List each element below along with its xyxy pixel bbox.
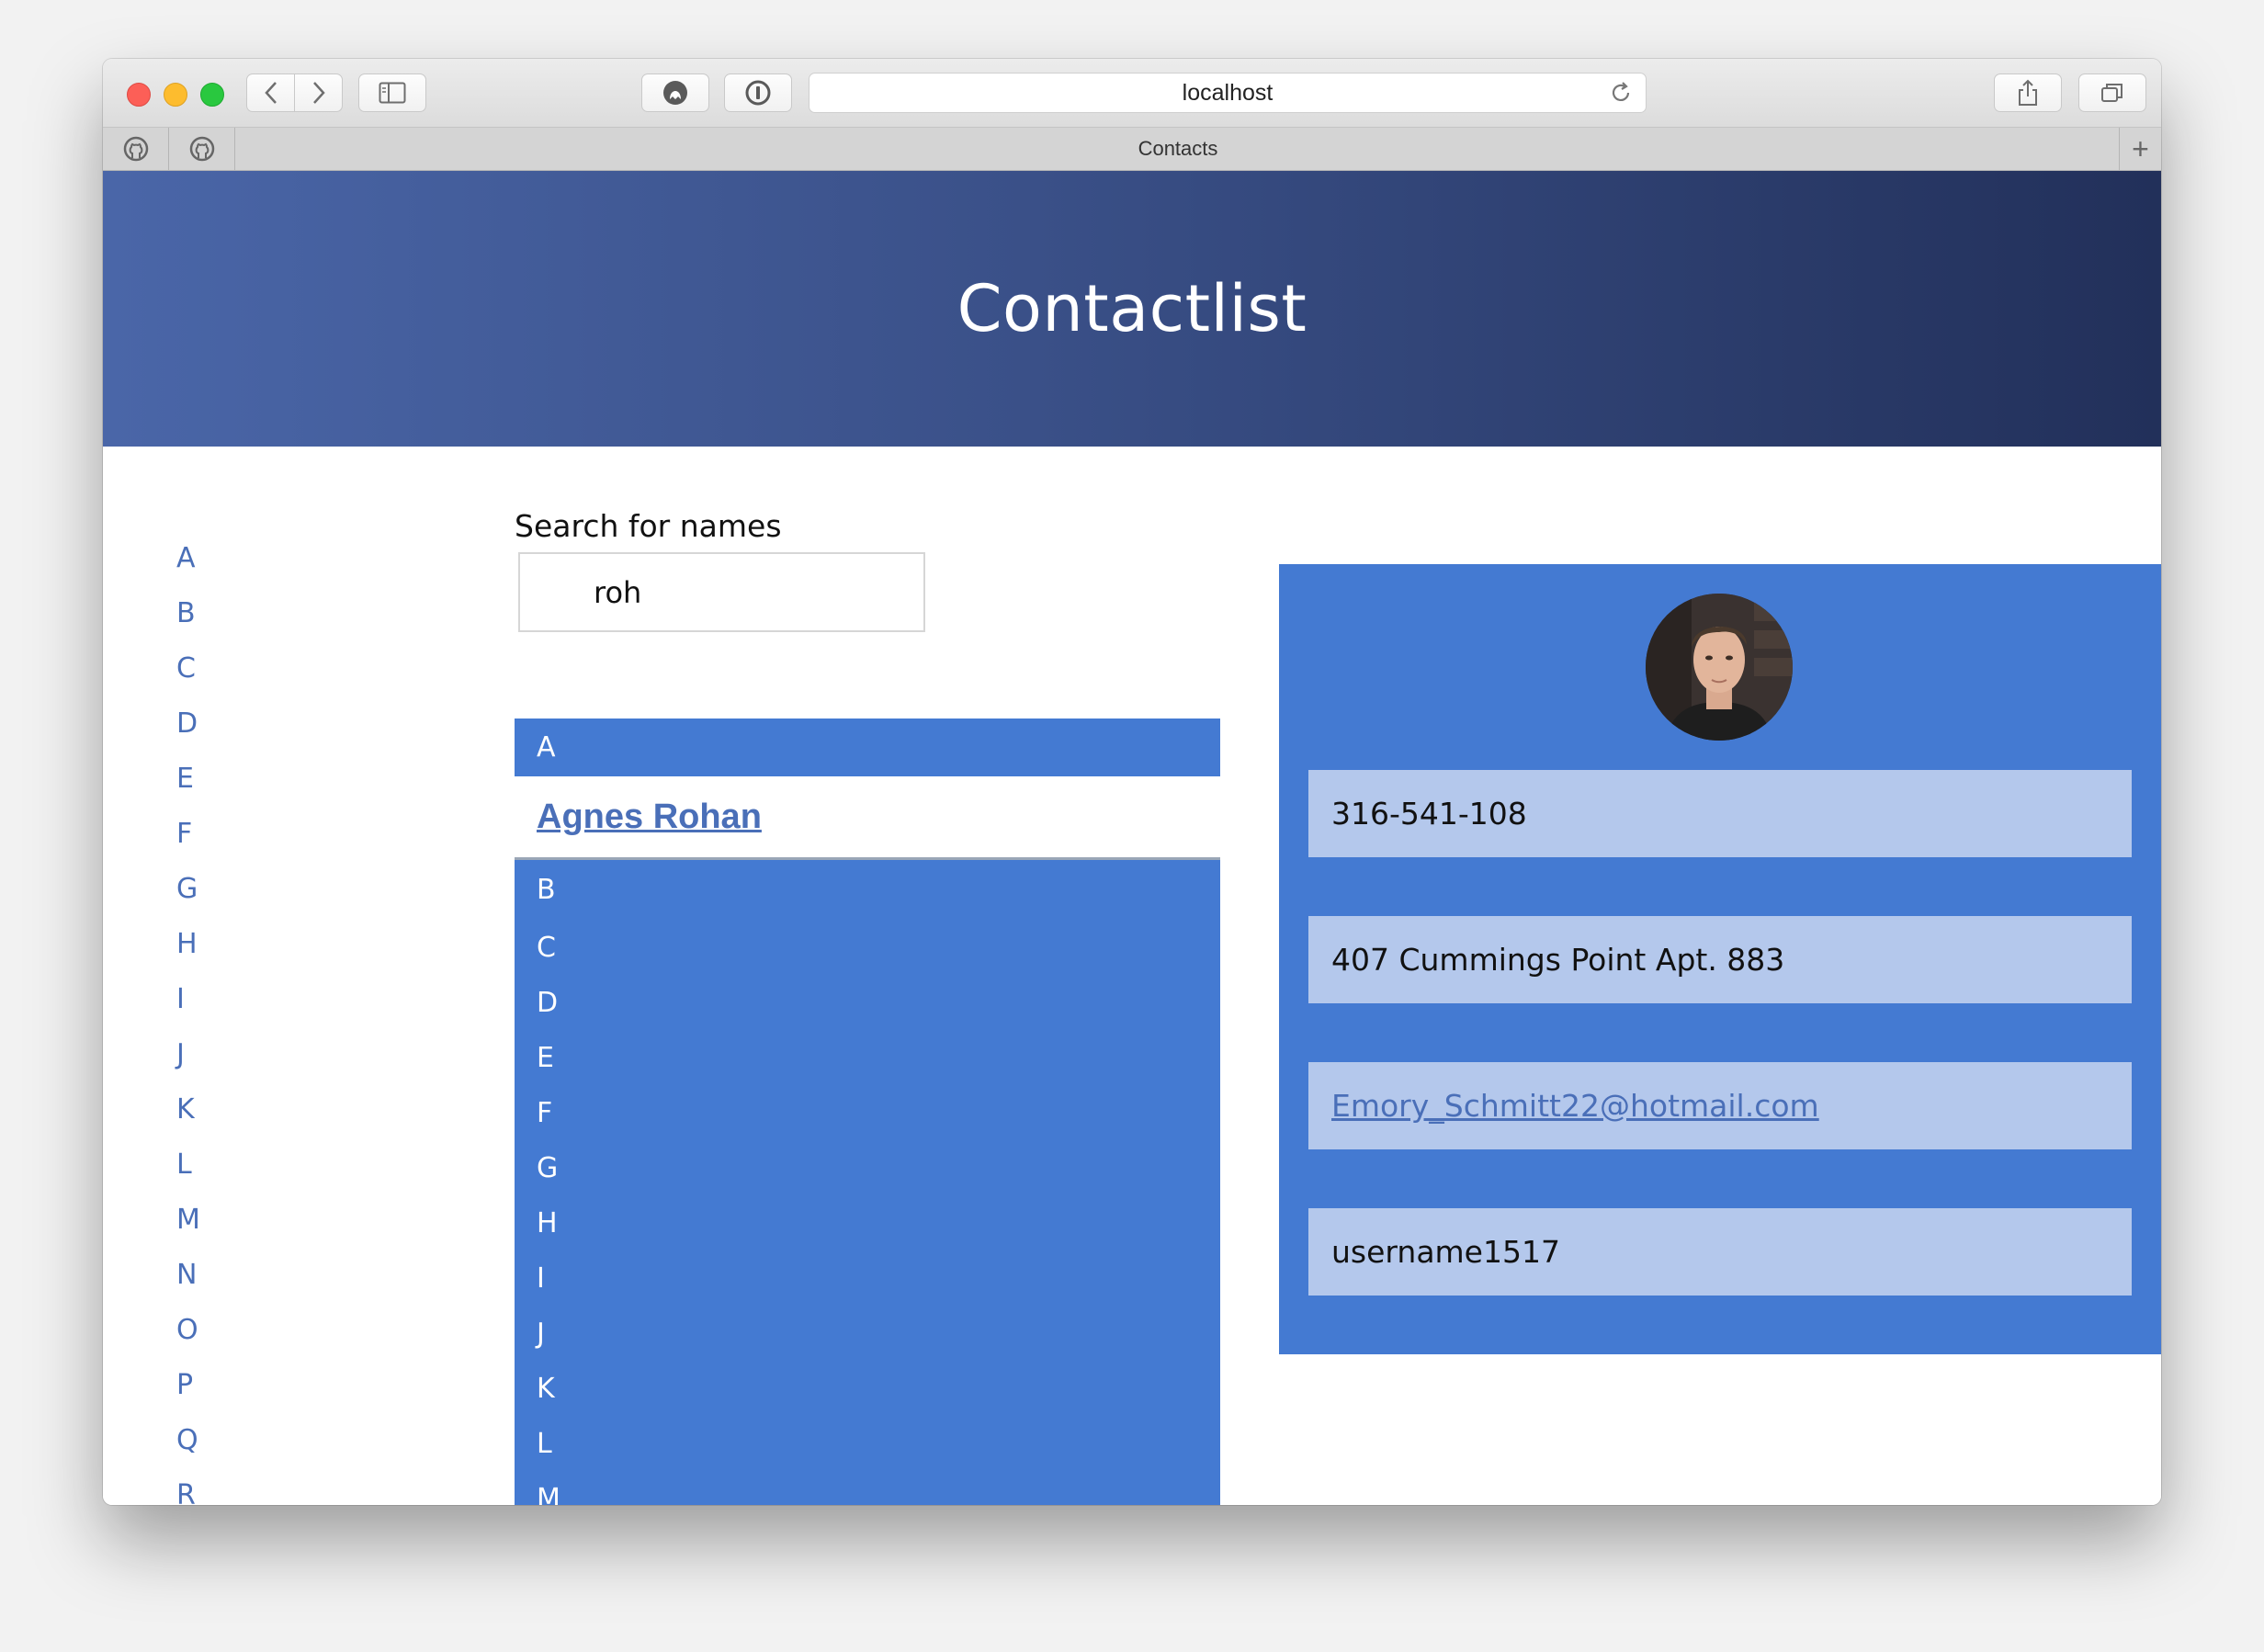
alphabet-nav: ABCDEFGHIJKLMNOPQR <box>176 531 250 1505</box>
navigation-buttons <box>246 74 344 112</box>
alphabet-link-k[interactable]: K <box>176 1082 250 1137</box>
page-header: Contactlist <box>103 171 2161 447</box>
search-input[interactable] <box>518 552 925 632</box>
browser-toolbar: localhost <box>103 59 2161 128</box>
group-header-h[interactable]: H <box>515 1196 1220 1251</box>
tab-contacts[interactable]: Contacts <box>237 128 2119 170</box>
sidebar-icon <box>379 82 406 104</box>
plus-icon: + <box>2132 132 2149 165</box>
alphabet-link-f[interactable]: F <box>176 807 250 862</box>
browser-window: localhost Contacts + Contactlist ABC D E… <box>103 59 2161 1505</box>
github-icon <box>123 136 148 162</box>
pinned-tab-github-2[interactable] <box>169 128 235 170</box>
group-header-f[interactable]: F <box>515 1086 1220 1141</box>
address-text-value: 407 Cummings Point Apt. 883 <box>1331 942 1785 978</box>
group-header-e[interactable]: E <box>515 1031 1220 1086</box>
alphabet-link-d[interactable]: D <box>176 696 250 752</box>
other-groups: BCDEFGHIJKLM <box>515 860 1220 1505</box>
page-viewport: Contactlist ABCDEFGHIJKLMNOPQR Search fo… <box>103 171 2161 1505</box>
username-field: username1517 <box>1308 1208 2132 1296</box>
group-header-c[interactable]: C <box>515 921 1220 976</box>
group-header-l[interactable]: L <box>515 1417 1220 1472</box>
address-bar[interactable]: localhost <box>809 73 1647 113</box>
group-header-g[interactable]: G <box>515 1141 1220 1196</box>
alphabet-link-a[interactable]: A <box>176 531 250 586</box>
chevron-left-icon <box>264 82 277 104</box>
contact-detail-panel: 316-541-108 407 Cummings Point Apt. 883 … <box>1279 564 2161 1354</box>
alphabet-link-i[interactable]: I <box>176 972 250 1027</box>
share-icon <box>2019 79 2037 106</box>
search-label: Search for names <box>515 508 782 544</box>
alphabet-link-c[interactable]: C <box>176 641 250 696</box>
password-manager-icon <box>745 80 771 106</box>
chevron-right-icon <box>312 82 325 104</box>
alphabet-link-o[interactable]: O <box>176 1303 250 1358</box>
contact-rows: Agnes Rohan <box>515 776 1220 860</box>
address-text: localhost <box>1182 79 1274 106</box>
close-window-button[interactable] <box>127 83 151 107</box>
alphabet-link-b[interactable]: B <box>176 586 250 641</box>
page-title: Contactlist <box>957 271 1307 346</box>
group-header-m[interactable]: M <box>515 1472 1220 1505</box>
back-button[interactable] <box>246 74 295 112</box>
avatar <box>1646 594 1793 741</box>
group-header-k[interactable]: K <box>515 1362 1220 1417</box>
tab-bar: Contacts + <box>103 128 2161 171</box>
results-list: A Agnes Rohan BCDEFGHIJKLM <box>515 719 1220 1505</box>
tab-title-text: Contacts <box>1138 137 1218 160</box>
alphabet-link-p[interactable]: P <box>176 1358 250 1413</box>
contact-name-link[interactable]: Agnes Rohan <box>537 798 762 837</box>
alphabet-link-g[interactable]: G <box>176 862 250 917</box>
reload-icon <box>1612 82 1630 101</box>
alphabet-link-q[interactable]: Q <box>176 1413 250 1468</box>
email-link[interactable]: Emory_Schmitt22@hotmail.com <box>1331 1088 1819 1124</box>
reload-button[interactable] <box>1609 81 1633 111</box>
group-header-d[interactable]: D <box>515 976 1220 1031</box>
github-icon <box>189 136 214 162</box>
pinned-tab-github-1[interactable] <box>103 128 169 170</box>
username-text: username1517 <box>1331 1234 1560 1270</box>
alphabet-link-e[interactable]: E <box>176 752 250 807</box>
alphabet-link-m[interactable]: M <box>176 1193 250 1248</box>
alphabet-link-j[interactable]: J <box>176 1027 250 1082</box>
group-header-a[interactable]: A <box>515 719 1220 776</box>
tab-overview-icon <box>2101 84 2122 102</box>
list-item: Agnes Rohan <box>515 776 1220 860</box>
sidebar-button[interactable] <box>358 74 426 112</box>
alphabet-link-n[interactable]: N <box>176 1248 250 1303</box>
minimize-window-button[interactable] <box>164 83 187 107</box>
ghostery-icon <box>663 81 687 105</box>
share-button[interactable] <box>1994 74 2062 112</box>
group-header-b[interactable]: B <box>515 860 1220 921</box>
group-header-i[interactable]: I <box>515 1251 1220 1307</box>
phone-text: 316-541-108 <box>1331 796 1527 832</box>
alphabet-link-h[interactable]: H <box>176 917 250 972</box>
address-field: 407 Cummings Point Apt. 883 <box>1308 916 2132 1003</box>
tab-overview-button[interactable] <box>2078 74 2146 112</box>
alphabet-link-l[interactable]: L <box>176 1137 250 1193</box>
alphabet-link-r[interactable]: R <box>176 1468 250 1505</box>
new-tab-button[interactable]: + <box>2119 128 2161 170</box>
group-header-j[interactable]: J <box>515 1307 1220 1362</box>
phone-field: 316-541-108 <box>1308 770 2132 857</box>
ghostery-extension-button[interactable] <box>641 74 709 112</box>
email-field: Emory_Schmitt22@hotmail.com <box>1308 1062 2132 1149</box>
password-manager-button[interactable] <box>724 74 792 112</box>
zoom-window-button[interactable] <box>200 83 224 107</box>
forward-button[interactable] <box>294 74 343 112</box>
